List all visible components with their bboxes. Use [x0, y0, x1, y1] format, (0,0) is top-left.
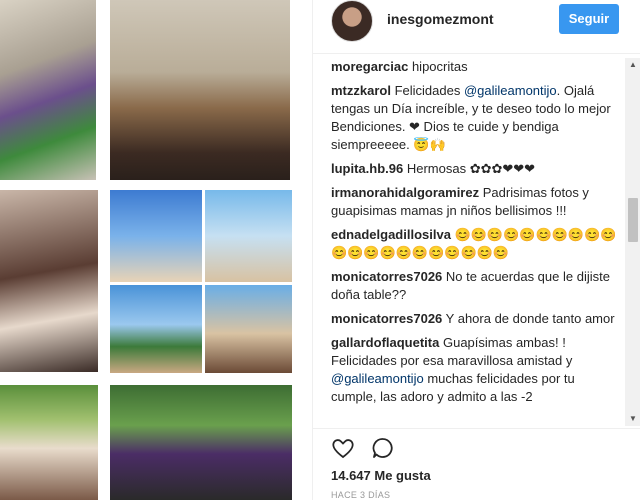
instagram-post-view: inesgomezmont Seguir moregarciac hipocri…: [0, 0, 640, 500]
comment-item: monicatorres7026 Y ahora de donde tanto …: [331, 310, 621, 328]
comment-username[interactable]: irmanorahidalgoramirez: [331, 185, 479, 200]
comment-username[interactable]: mtzzkarol: [331, 83, 391, 98]
comments-list: moregarciac hipocritas mtzzkarol Felicida…: [331, 58, 621, 428]
comment-username[interactable]: lupita.hb.96: [331, 161, 403, 176]
divider: [313, 428, 640, 429]
stamp-perforation: [292, 0, 300, 500]
collage-photo: [110, 285, 202, 373]
comment-username[interactable]: ednadelgadillosilva: [331, 227, 451, 242]
comments-scrollbar[interactable]: ▲ ▼: [625, 58, 640, 426]
comment-username[interactable]: moregarciac: [331, 59, 408, 74]
scroll-thumb[interactable]: [628, 198, 638, 242]
comment-item: irmanorahidalgoramirez Padrisimas fotos …: [331, 184, 621, 220]
comment-icon[interactable]: [371, 436, 395, 460]
collage-photo: [0, 0, 96, 180]
heart-icon[interactable]: [331, 436, 355, 460]
comment-text: Hermosas ✿✿✿❤❤❤: [406, 161, 536, 176]
comment-item: ednadelgadillosilva 😊😊😊😊😊😊😊😊😊😊😊😊😊😊😊😊😊😊😊😊…: [331, 226, 621, 262]
collage-photo: [110, 385, 292, 500]
comment-item: mtzzkarol Felicidades @galileamontijo. O…: [331, 82, 621, 154]
likes-count[interactable]: 14.647 Me gusta: [331, 468, 431, 483]
collage-photo: [110, 190, 202, 282]
follow-button[interactable]: Seguir: [559, 4, 619, 34]
comment-text: Felicidades: [394, 83, 464, 98]
comment-item: monicatorres7026 No te acuerdas que le d…: [331, 268, 621, 304]
comment-item: lupita.hb.96 Hermosas ✿✿✿❤❤❤: [331, 160, 621, 178]
mention-link[interactable]: @galileamontijo: [464, 83, 557, 98]
post-panel: inesgomezmont Seguir moregarciac hipocri…: [312, 0, 640, 500]
mention-link[interactable]: @galileamontijo: [331, 371, 424, 386]
comment-username[interactable]: monicatorres7026: [331, 269, 442, 284]
comment-username[interactable]: gallardoflaquetita: [331, 335, 439, 350]
collage-photo: [205, 190, 292, 282]
avatar[interactable]: [331, 0, 373, 42]
post-header: inesgomezmont Seguir: [313, 0, 640, 52]
collage-photo: [205, 285, 292, 373]
scroll-down-arrow-icon[interactable]: ▼: [625, 412, 640, 426]
comment-text: hipocritas: [411, 59, 468, 74]
comment-username[interactable]: monicatorres7026: [331, 311, 442, 326]
post-image[interactable]: [0, 0, 312, 500]
comment-text: Y ahora de donde tanto amor: [445, 311, 615, 326]
collage-photo: [0, 385, 98, 500]
comment-item: gallardoflaquetita Guapísimas ambas! ! F…: [331, 334, 621, 406]
scroll-up-arrow-icon[interactable]: ▲: [625, 58, 640, 72]
divider: [313, 53, 640, 54]
collage-photo: [0, 190, 98, 372]
comment-item: moregarciac hipocritas: [331, 58, 621, 76]
username-link[interactable]: inesgomezmont: [387, 11, 494, 27]
post-timestamp[interactable]: HACE 3 DÍAS: [331, 490, 390, 500]
collage-photo: [110, 0, 290, 180]
